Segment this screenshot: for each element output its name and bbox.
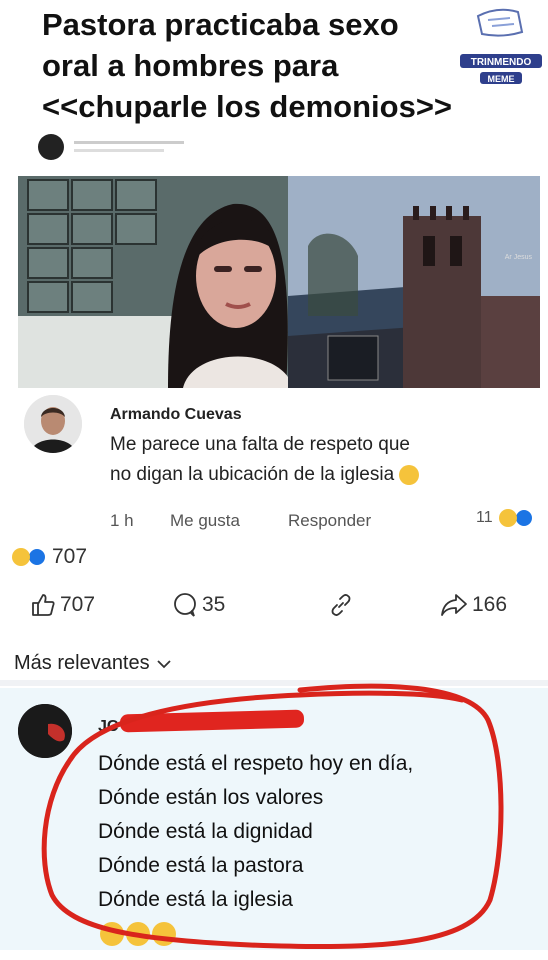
post-photo[interactable]: Ar Jesus <box>18 176 540 388</box>
sort-dropdown[interactable]: Más relevantes <box>14 652 172 675</box>
chevron-down-icon <box>156 659 171 668</box>
comment-actions: 1 h Me gusta Responder <box>110 511 371 531</box>
share-stat[interactable]: 166 <box>440 592 507 618</box>
headline: Pastora practicaba sexo oral a hombres p… <box>42 4 512 127</box>
comment-stat[interactable]: 35 <box>172 592 225 618</box>
worried-face-icon <box>126 922 150 946</box>
comment-reactions[interactable]: 11 <box>476 509 533 527</box>
poster-avatar[interactable] <box>38 134 64 160</box>
reply-line-4: Dónde está la pastora <box>98 854 304 877</box>
post-stats: 707 35 166 <box>30 592 530 622</box>
post-reactions[interactable]: 707 <box>12 545 87 569</box>
share-arrow-icon <box>441 594 467 616</box>
headline-line-1: Pastora practicaba sexo <box>42 7 399 42</box>
reply-line-5: Dónde está la iglesia <box>98 888 293 911</box>
like-reaction-icon <box>28 548 46 566</box>
comment-text-line-1: Me parece una falta de respeto que <box>110 434 410 455</box>
comment-like-button[interactable]: Me gusta <box>170 511 288 531</box>
comment-reply-button[interactable]: Responder <box>288 511 371 531</box>
section-divider <box>0 680 548 686</box>
like-badge-icon <box>514 509 533 527</box>
upside-down-face-icon <box>100 922 124 946</box>
photo-collage <box>18 176 540 388</box>
reply-text: Dónde está el respeto hoy en día, Dónde … <box>98 747 518 917</box>
reply-avatar-photo <box>18 704 72 758</box>
original-poster[interactable] <box>38 134 184 160</box>
comment-reaction-count: 11 <box>476 509 493 526</box>
commenter-avatar[interactable] <box>24 395 82 453</box>
laugh-reaction-icon <box>12 548 30 566</box>
commenter-photo <box>24 395 82 453</box>
reply-avatar[interactable] <box>18 704 72 758</box>
link-icon <box>331 594 351 616</box>
thumbs-up-icon <box>32 594 55 616</box>
comment-count: 35 <box>202 593 226 616</box>
commenter-name[interactable]: Armando Cuevas <box>110 406 242 424</box>
rofl-face-icon <box>152 922 176 946</box>
headline-line-2: oral a hombres para <box>42 48 339 83</box>
comment-bubble-icon <box>174 593 196 617</box>
reply-line-2: Dónde están los valores <box>98 786 324 809</box>
sort-label: Más relevantes <box>14 652 150 674</box>
copy-link-button[interactable] <box>328 592 354 618</box>
trinmendo-meme-logo: TRINMENDO MEME <box>460 8 542 84</box>
like-stat[interactable]: 707 <box>30 592 95 618</box>
post-reaction-count: 707 <box>52 545 88 568</box>
watermark-line-2: MEME <box>488 74 515 84</box>
comment-text: Me parece una falta de respeto que no di… <box>110 430 530 490</box>
reply-line-3: Dónde está la dignidad <box>98 820 313 843</box>
share-count: 166 <box>472 593 508 616</box>
watermark-line-1: TRINMENDO <box>471 57 532 68</box>
photo-caption: Ar Jesus <box>504 254 532 261</box>
comment-time: 1 h <box>110 511 134 530</box>
grimace-emoji-icon <box>399 464 420 485</box>
comment-text-line-2: no digan la ubicación de la iglesia <box>110 464 395 485</box>
laugh-emoji-icon <box>498 509 517 527</box>
poster-sub-blur <box>74 148 164 152</box>
reply-emojis <box>100 922 176 946</box>
reply-author[interactable]: JC <box>98 718 118 736</box>
poster-name-blur <box>74 140 184 144</box>
headline-line-3: <<chuparle los demonios>> <box>42 89 453 124</box>
like-count: 707 <box>60 593 96 616</box>
reply-line-1: Dónde está el respeto hoy en día, <box>98 752 414 775</box>
